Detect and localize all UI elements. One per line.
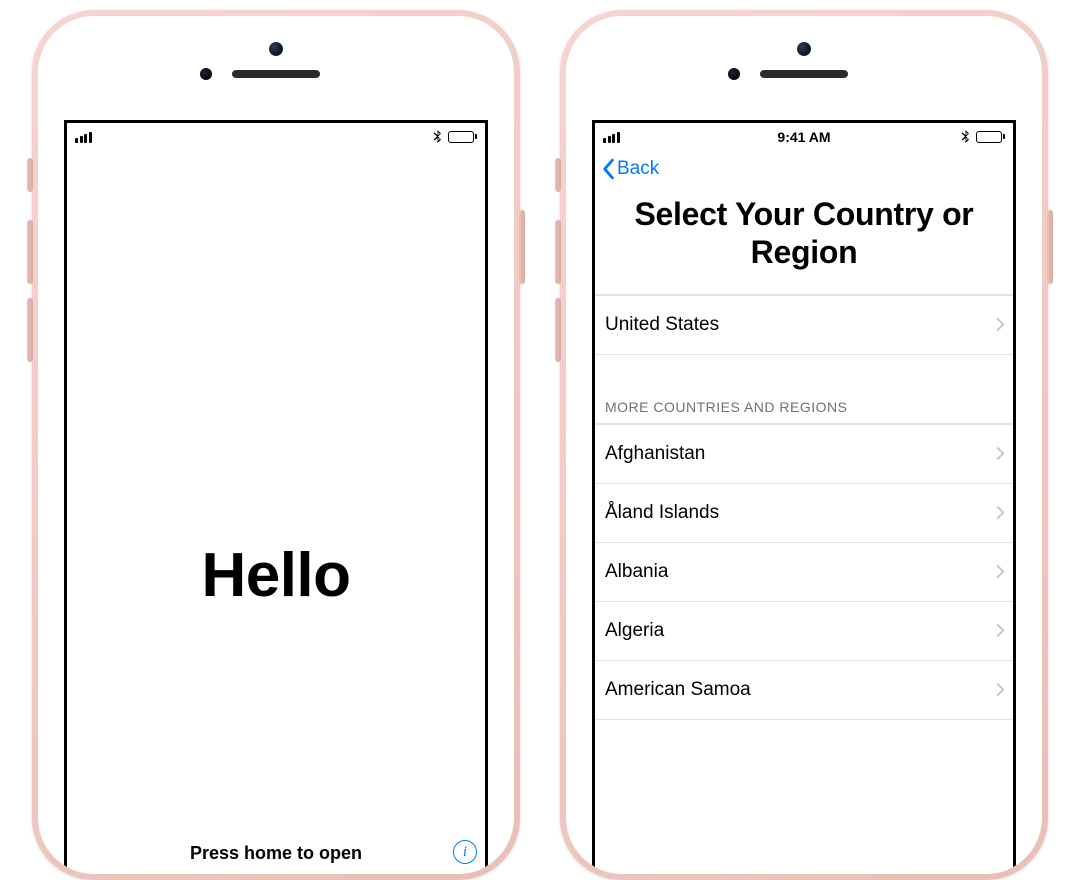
- earpiece-speaker: [760, 70, 848, 78]
- iphone-mockup-left: Hello Press home to open i: [32, 10, 520, 880]
- country-row[interactable]: Afghanistan: [595, 424, 1013, 483]
- mute-switch: [27, 158, 33, 192]
- bluetooth-icon: [433, 130, 442, 144]
- chevron-left-icon: [601, 158, 615, 180]
- volume-up-button: [555, 220, 561, 284]
- power-button: [519, 210, 525, 284]
- country-label: Åland Islands: [605, 502, 719, 524]
- back-button[interactable]: Back: [601, 158, 659, 180]
- iphone-mockup-right: 9:41 AM: [560, 10, 1048, 880]
- hello-greeting: Hello: [201, 540, 350, 611]
- battery-icon: [448, 131, 477, 143]
- earpiece-speaker: [232, 70, 320, 78]
- screen-hello: Hello Press home to open i: [64, 120, 488, 874]
- chevron-right-icon: [996, 564, 1005, 579]
- page-title: Select Your Country or Region: [595, 191, 1013, 294]
- cell-signal-icon: [75, 131, 92, 143]
- chevron-right-icon: [996, 505, 1005, 520]
- battery-icon: [976, 131, 1005, 143]
- front-camera: [269, 42, 283, 56]
- mute-switch: [555, 158, 561, 192]
- country-label: American Samoa: [605, 679, 751, 701]
- front-camera: [797, 42, 811, 56]
- chevron-right-icon: [996, 682, 1005, 697]
- bluetooth-icon: [961, 130, 970, 144]
- country-list-more: Afghanistan Åland Islands Albania Algeria Am…: [595, 423, 1013, 720]
- volume-down-button: [27, 298, 33, 362]
- power-button: [1047, 210, 1053, 284]
- info-button[interactable]: i: [453, 840, 477, 864]
- chevron-right-icon: [996, 623, 1005, 638]
- info-icon: i: [463, 844, 467, 861]
- cell-signal-icon: [603, 131, 620, 143]
- device-top-hardware: [566, 16, 1042, 116]
- country-label: Afghanistan: [605, 443, 705, 465]
- country-label: Albania: [605, 561, 668, 583]
- section-header-more: MORE COUNTRIES AND REGIONS: [595, 355, 1013, 423]
- country-label: United States: [605, 314, 719, 336]
- press-home-hint: Press home to open: [190, 843, 362, 864]
- volume-down-button: [555, 298, 561, 362]
- status-time: 9:41 AM: [777, 129, 830, 145]
- country-row[interactable]: Albania: [595, 542, 1013, 601]
- screen-country-select: 9:41 AM: [592, 120, 1016, 874]
- device-top-hardware: [38, 16, 514, 116]
- nav-bar: Back: [595, 147, 1013, 191]
- volume-up-button: [27, 220, 33, 284]
- status-bar: 9:41 AM: [595, 123, 1013, 147]
- status-bar: [67, 123, 485, 147]
- country-row[interactable]: Algeria: [595, 601, 1013, 660]
- country-row-top[interactable]: United States: [595, 295, 1013, 355]
- proximity-sensor: [728, 68, 740, 80]
- country-label: Algeria: [605, 620, 664, 642]
- chevron-right-icon: [996, 317, 1005, 332]
- country-row[interactable]: American Samoa: [595, 660, 1013, 720]
- back-label: Back: [617, 158, 659, 180]
- chevron-right-icon: [996, 446, 1005, 461]
- country-row[interactable]: Åland Islands: [595, 483, 1013, 542]
- proximity-sensor: [200, 68, 212, 80]
